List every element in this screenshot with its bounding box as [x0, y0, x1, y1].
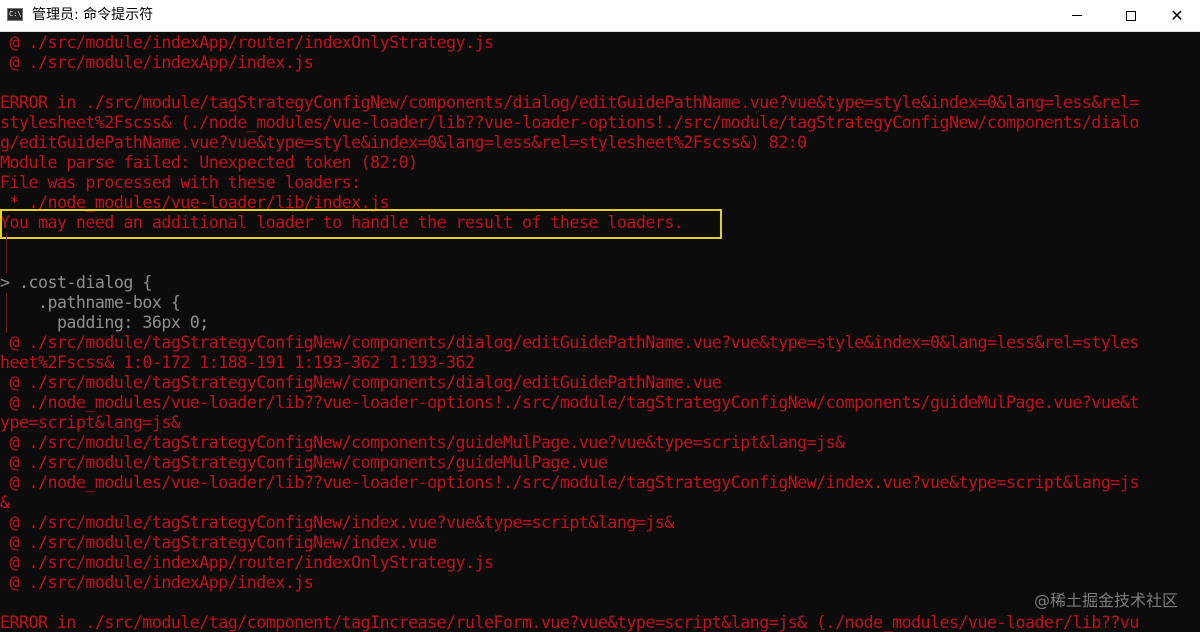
- console-line: ype=script&lang=js&: [0, 413, 181, 432]
- console-line: @ ./src/module/tagStrategyConfigNew/inde…: [0, 513, 674, 532]
- console-line: g/editGuidePathName.vue?vue&type=style&i…: [0, 133, 807, 152]
- close-icon: ✕: [1170, 6, 1184, 25]
- cmd-window: C:\ 管理员: 命令提示符 ✕ @ ./src/module/indexApp…: [0, 0, 1200, 632]
- console-line: @ ./src/module/indexApp/router/indexOnly…: [0, 33, 494, 52]
- console-line: stylesheet%2Fscss& (./node_modules/vue-l…: [0, 113, 1139, 132]
- console-line: heet%2Fscss& 1:0-172 1:188-191 1:193-362…: [0, 353, 475, 372]
- console-line: @ ./src/module/tagStrategyConfigNew/inde…: [0, 533, 437, 552]
- console-line: @ ./src/module/tagStrategyConfigNew/comp…: [0, 453, 608, 472]
- minimize-icon: [1072, 15, 1082, 16]
- code-frame-bar: [6, 253, 7, 273]
- console-line: ERROR in ./src/module/tag/component/tagI…: [0, 613, 1139, 632]
- code-frame-line: > .cost-dialog {: [0, 273, 152, 292]
- watermark: @稀土掘金技术社区: [1033, 591, 1178, 610]
- console-line: @ ./node_modules/vue-loader/lib??vue-loa…: [0, 393, 1139, 412]
- console-line: @ ./src/module/tagStrategyConfigNew/comp…: [0, 333, 1139, 352]
- close-button[interactable]: ✕: [1154, 0, 1200, 31]
- console-output[interactable]: @ ./src/module/indexApp/router/indexOnly…: [0, 33, 1200, 632]
- maximize-button[interactable]: [1108, 0, 1154, 31]
- window-title: 管理员: 命令提示符: [32, 7, 154, 23]
- code-frame-line: padding: 36px 0;: [0, 313, 209, 332]
- cmd-icon[interactable]: C:\: [7, 8, 23, 21]
- console-line: File was processed with these loaders:: [0, 173, 361, 192]
- code-frame-line: .pathname-box {: [0, 293, 181, 312]
- maximize-icon: [1126, 10, 1136, 21]
- console-line: @ ./src/module/indexApp/index.js: [0, 573, 314, 592]
- console-line: Module parse failed: Unexpected token (8…: [0, 153, 418, 172]
- code-frame-bar: [6, 233, 7, 253]
- console-line: ERROR in ./src/module/tagStrategyConfigN…: [0, 93, 1139, 112]
- console-line: @ ./node_modules/vue-loader/lib??vue-loa…: [0, 473, 1139, 492]
- console-line: &: [0, 493, 10, 512]
- highlight-box: [0, 209, 722, 239]
- console-line: @ ./src/module/tagStrategyConfigNew/comp…: [0, 373, 722, 392]
- console-line: @ ./src/module/indexApp/router/indexOnly…: [0, 553, 494, 572]
- console-line: @ ./src/module/indexApp/index.js: [0, 53, 314, 72]
- console-line: @ ./src/module/tagStrategyConfigNew/comp…: [0, 433, 845, 452]
- title-bar[interactable]: C:\ 管理员: 命令提示符 ✕: [0, 0, 1200, 32]
- minimize-button[interactable]: [1054, 0, 1100, 31]
